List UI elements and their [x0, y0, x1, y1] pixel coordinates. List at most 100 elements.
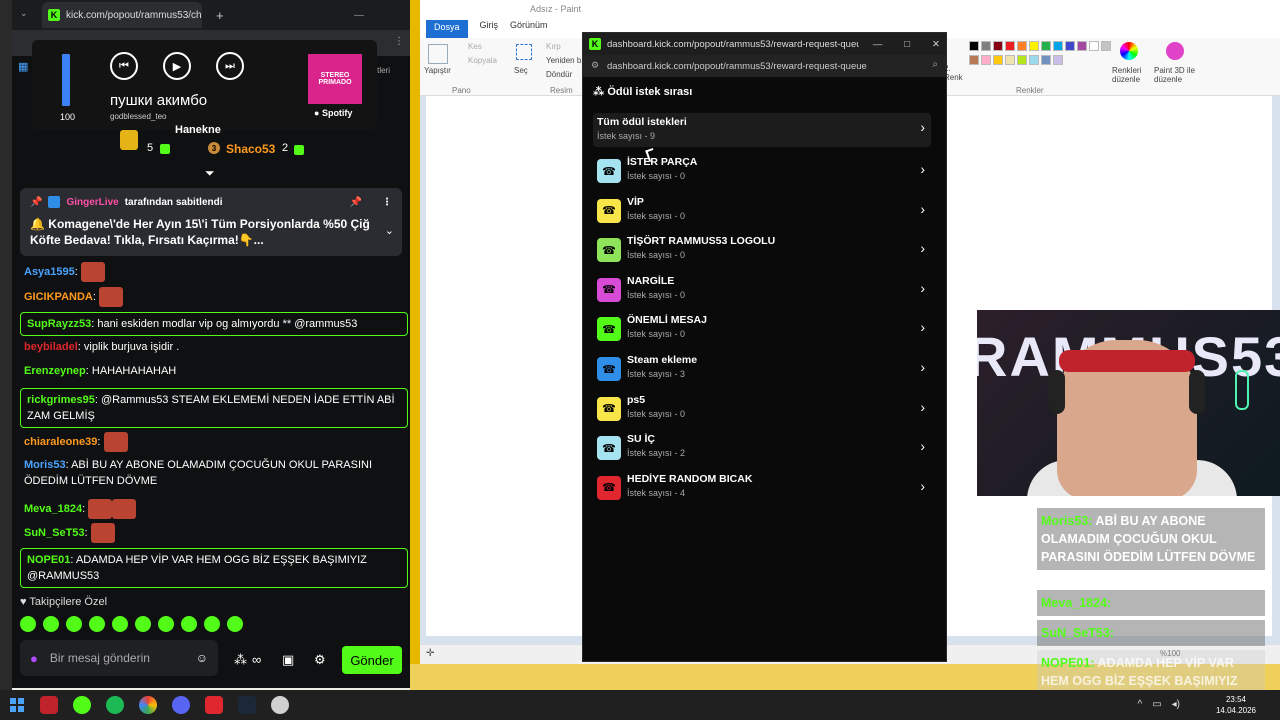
emote-icon[interactable]	[43, 616, 59, 632]
all-rewards-row[interactable]: Tüm ödül istekleri İstek sayısı - 9 ›	[593, 113, 931, 147]
close-icon[interactable]: ✕	[932, 39, 940, 50]
chat-username[interactable]: Asya1595	[24, 266, 75, 278]
chat-username[interactable]: Meva_1824	[24, 503, 82, 515]
emote-icon[interactable]	[89, 616, 105, 632]
start-icon[interactable]	[10, 698, 24, 712]
cut-button[interactable]: Kes	[468, 42, 482, 51]
reward-row[interactable]: ☎ NARGİLE İstek sayısı - 0 ›	[595, 274, 931, 308]
maximize-icon[interactable]: □	[904, 39, 910, 50]
chat-username[interactable]: rickgrimes95	[27, 394, 95, 406]
chat-username[interactable]: NOPE01	[27, 554, 70, 566]
chat-input[interactable]: ● Bir mesaj gönderin ☺	[20, 640, 218, 676]
color2-button[interactable]: 2. Renk	[944, 64, 964, 82]
chat-browser-tab[interactable]: K kick.com/popout/rammus53/ch ✕	[42, 2, 202, 28]
paste-button[interactable]: Yapıştır	[424, 66, 451, 75]
reward-row[interactable]: ☎ İSTER PARÇA İstek sayısı - 0 ›	[595, 155, 931, 189]
palette-swatch[interactable]	[1101, 41, 1111, 51]
edit-colors-button[interactable]: Renkleri düzenle	[1112, 66, 1148, 84]
color-palette[interactable]	[968, 40, 1116, 68]
zoom-search-icon[interactable]: ⌕	[932, 59, 938, 70]
copy-button[interactable]: Kopyala	[468, 56, 497, 65]
palette-swatch[interactable]	[1053, 55, 1063, 65]
palette-swatch[interactable]	[1017, 55, 1027, 65]
chat-username[interactable]: Moris53	[24, 459, 66, 471]
spotify-icon[interactable]	[106, 696, 124, 714]
emoji-icon[interactable]: ☺	[196, 651, 208, 665]
menu-home[interactable]: Giriş	[480, 20, 499, 38]
reward-row[interactable]: ☎ SU İÇ İstek sayısı - 2 ›	[595, 432, 931, 466]
chat-username[interactable]: Erenzeynep	[24, 365, 86, 377]
tray-chevron-icon[interactable]: ^	[1137, 699, 1142, 710]
palette-swatch[interactable]	[1005, 41, 1015, 51]
pinned-menu-icon[interactable]: ⋮	[382, 197, 392, 208]
emote-icon[interactable]	[135, 616, 151, 632]
palette-swatch[interactable]	[993, 41, 1003, 51]
minimize-icon[interactable]: —	[354, 10, 364, 21]
chat-username[interactable]: SupRayzz53	[27, 318, 91, 330]
chrome-icon[interactable]	[139, 696, 157, 714]
app-icon[interactable]	[73, 696, 91, 714]
new-tab-icon[interactable]: +	[216, 8, 224, 23]
youtube-icon[interactable]	[205, 696, 223, 714]
network-icon[interactable]: ▭	[1152, 699, 1161, 710]
chat-username[interactable]: chiaraleone39	[24, 436, 97, 448]
palette-swatch[interactable]	[969, 55, 979, 65]
paint-icon[interactable]	[271, 696, 289, 714]
palette-swatch[interactable]	[981, 41, 991, 51]
paint3d-button[interactable]: Paint 3D ile düzenle	[1154, 66, 1206, 84]
infinity-icon[interactable]: ∞	[252, 652, 261, 667]
taskbar-clock[interactable]: 23:54 14.04.2026	[1216, 694, 1256, 716]
tab-list-chevron-icon[interactable]: ⌄	[20, 8, 28, 19]
rotate-button[interactable]: Döndür	[546, 70, 572, 79]
reward-row[interactable]: ☎ ÖNEMLİ MESAJ İstek sayısı - 0 ›	[595, 313, 931, 347]
discord-icon[interactable]	[172, 696, 190, 714]
play-icon[interactable]: ▶	[163, 52, 191, 80]
emote-icon[interactable]	[20, 616, 36, 632]
palette-swatch[interactable]	[1089, 41, 1099, 51]
reward-url-bar[interactable]: ⚙ dashboard.kick.com/popout/rammus53/rew…	[583, 55, 946, 77]
settings-gear-icon[interactable]: ⚙	[314, 652, 326, 668]
reward-row[interactable]: ☎ TİŞÖRT RAMMUS53 LOGOLU İstek sayısı - 0 ›	[595, 234, 931, 268]
emote-icon[interactable]	[66, 616, 82, 632]
skip-back-icon[interactable]: ⏮	[110, 52, 138, 80]
pin-icon[interactable]: 📌	[350, 197, 362, 208]
select-button[interactable]: Seç	[514, 66, 528, 75]
crop-button[interactable]: Kırp	[546, 42, 561, 51]
quick-emotes-icon[interactable]: ⁂	[234, 652, 247, 668]
menu-file[interactable]: Dosya	[426, 20, 468, 38]
reward-row[interactable]: ☎ ps5 İstek sayısı - 0 ›	[595, 393, 931, 427]
palette-swatch[interactable]	[1053, 41, 1063, 51]
minimize-icon[interactable]: —	[873, 39, 883, 50]
skip-forward-icon[interactable]: ⏭	[216, 52, 244, 80]
palette-swatch[interactable]	[1029, 41, 1039, 51]
emote-icon[interactable]	[204, 616, 220, 632]
send-button[interactable]: Gönder	[342, 646, 402, 674]
emote-icon[interactable]	[112, 616, 128, 632]
palette-swatch[interactable]	[969, 41, 979, 51]
chat-username[interactable]: beybiladel	[24, 341, 78, 353]
chat-username[interactable]: GICIKPANDA	[24, 291, 93, 303]
collapse-leaderboard-icon[interactable]: ⏷	[205, 166, 215, 181]
voicemeeter-icon[interactable]	[40, 696, 58, 714]
reward-row[interactable]: ☎ Steam ekleme İstek sayısı - 3 ›	[595, 353, 931, 387]
emote-icon[interactable]	[158, 616, 174, 632]
palette-swatch[interactable]	[1041, 55, 1051, 65]
steam-icon[interactable]	[238, 696, 256, 714]
volume-icon[interactable]: ◂)	[1172, 699, 1180, 710]
palette-swatch[interactable]	[1041, 41, 1051, 51]
palette-swatch[interactable]	[1077, 41, 1087, 51]
palette-swatch[interactable]	[1065, 41, 1075, 51]
calendar-icon[interactable]: ▣	[282, 652, 294, 668]
emote-icon[interactable]	[227, 616, 243, 632]
chat-username[interactable]: SuN_SeT53	[24, 527, 85, 539]
palette-swatch[interactable]	[1029, 55, 1039, 65]
site-info-icon[interactable]: ⚙	[591, 60, 599, 71]
emote-icon[interactable]	[181, 616, 197, 632]
reward-row[interactable]: ☎ HEDİYE RANDOM BICAK İstek sayısı - 4 ›	[595, 472, 931, 506]
palette-swatch[interactable]	[981, 55, 991, 65]
palette-swatch[interactable]	[993, 55, 1003, 65]
menu-view[interactable]: Görünüm	[510, 20, 548, 38]
palette-swatch[interactable]	[1017, 41, 1027, 51]
expand-pinned-icon[interactable]: ⌄	[385, 224, 394, 237]
resize-button[interactable]: Yeniden b	[546, 56, 581, 65]
